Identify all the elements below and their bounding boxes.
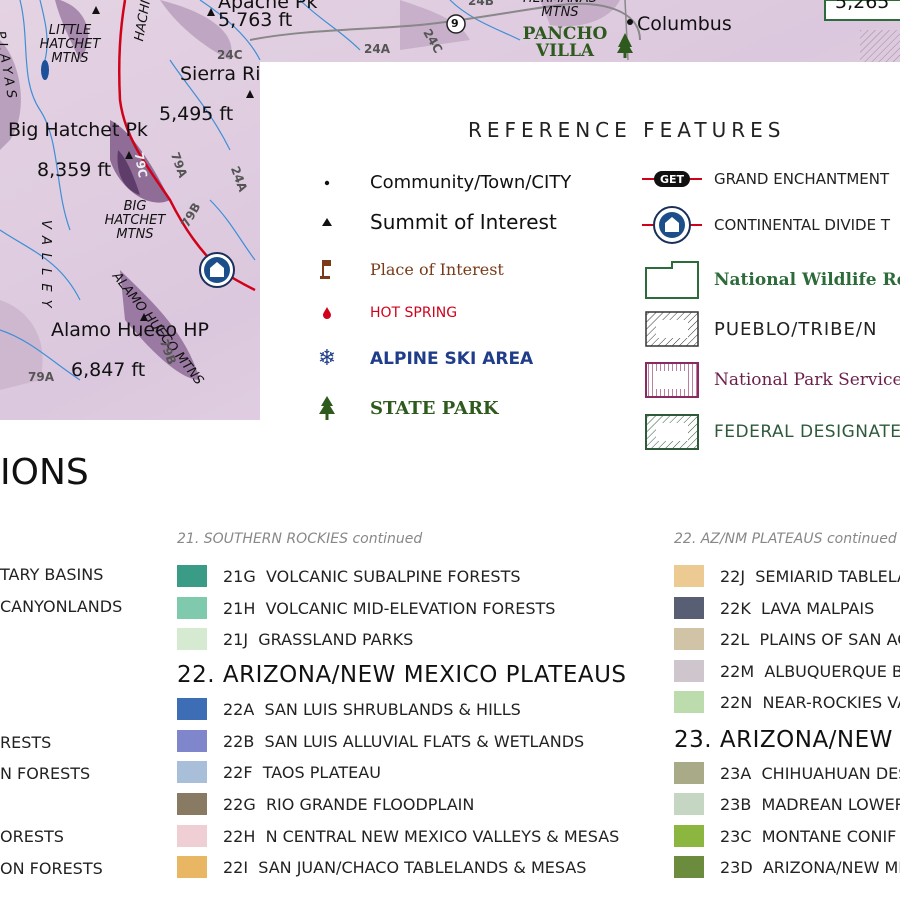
- wildlife-refuge-swatch: [642, 260, 702, 300]
- section-heading: 22. ARIZONA/NEW MEXICO PLATEAUS: [177, 662, 627, 688]
- reference-item: Place of Interest: [312, 258, 504, 280]
- triangle-icon: [312, 217, 342, 227]
- flag-icon: [312, 258, 342, 280]
- left-fragment: TARY BASINS: [0, 565, 104, 584]
- legend-item: 23C MONTANE CONIF: [674, 825, 896, 847]
- legend-item: 21G VOLCANIC SUBALPINE FORESTS: [177, 565, 521, 587]
- ecoregion-swatch: [177, 698, 207, 720]
- ecoregion-swatch: [674, 660, 704, 682]
- ecoregion-swatch: [674, 793, 704, 815]
- left-fragment: N FORESTS: [0, 764, 91, 783]
- ecoregion-swatch: [177, 565, 207, 587]
- left-fragment: RESTS: [0, 733, 52, 752]
- left-fragment: CANYONLANDS: [0, 597, 123, 616]
- legend-item: 22J SEMIARID TABLELAN: [674, 565, 900, 587]
- region-code: 79A: [28, 370, 54, 384]
- legend-item: 21H VOLCANIC MID-ELEVATION FORESTS: [177, 597, 555, 619]
- park-service-swatch: [642, 361, 702, 399]
- legend-item: 22N NEAR-ROCKIES VA: [674, 691, 900, 713]
- legend-item: 23D ARIZONA/NEW MI: [674, 856, 900, 878]
- legend-item: 22G RIO GRANDE FLOODPLAIN: [177, 793, 474, 815]
- column-continued-label: 22. AZ/NM PLATEAUS continued: [674, 531, 897, 547]
- reference-item: HOT SPRING: [312, 305, 457, 321]
- reference-item: CONTINENTAL DIVIDE T: [642, 205, 890, 245]
- federal-designated-swatch: [642, 413, 702, 451]
- reference-item: Summit of Interest: [312, 210, 557, 234]
- tree-icon: [312, 395, 342, 421]
- snowflake-icon: ❄: [317, 346, 337, 371]
- dot-icon: [312, 179, 342, 187]
- peak-elevation: 6,847 ft: [71, 359, 146, 381]
- region-code: 24B: [468, 0, 494, 8]
- ecoregion-swatch: [674, 691, 704, 713]
- column-continued-label: 21. SOUTHERN ROCKIES continued: [177, 531, 423, 547]
- peak-name: Alamo Hueco HP: [51, 319, 209, 341]
- section-heading: 23. ARIZONA/NEW M: [674, 727, 900, 753]
- ecoregion-swatch: [177, 856, 207, 878]
- ecoregion-swatch: [674, 762, 704, 784]
- reference-item: GET GRAND ENCHANTMENT: [642, 168, 889, 190]
- peak-elevation: 5,763 ft: [218, 9, 293, 31]
- partial-elevation: 5,265: [835, 0, 890, 13]
- ecoregion-swatch: [177, 597, 207, 619]
- ecoregion-swatch: [177, 825, 207, 847]
- legend-item: 22F TAOS PLATEAU: [177, 761, 381, 783]
- town-dot-icon: [627, 19, 633, 25]
- left-fragment: ORESTS: [0, 827, 64, 846]
- region-code: 24A: [364, 42, 390, 56]
- legend-item: 22A SAN LUIS SHRUBLANDS & HILLS: [177, 698, 521, 720]
- legend-item: 22M ALBUQUERQUE B: [674, 660, 900, 682]
- get-trail-icon: GET: [642, 168, 702, 190]
- reference-item: National Wildlife Re: [642, 260, 900, 300]
- ecoregion-swatch: [177, 761, 207, 783]
- region-code: 24C: [217, 48, 243, 62]
- town-label: Columbus: [637, 13, 732, 35]
- cdt-trail-icon: [642, 205, 702, 245]
- peak-name: Big Hatchet Pk: [8, 119, 148, 141]
- left-fragment: ON FORESTS: [0, 859, 103, 878]
- range-label: BIG HATCHET MTNS: [104, 199, 166, 242]
- drop-icon: [312, 306, 342, 320]
- reference-item: STATE PARK: [312, 395, 499, 421]
- reference-item: FEDERAL DESIGNATE: [642, 413, 900, 451]
- range-label: HERMANAS MTNS: [523, 0, 597, 20]
- ecoregions-heading: IONS: [0, 452, 89, 493]
- reference-features-title: REFERENCE FEATURES: [468, 118, 786, 142]
- peak-elevation: 8,359 ft: [37, 159, 112, 181]
- ecoregion-swatch: [177, 730, 207, 752]
- reference-item: ❄ ALPINE SKI AREA: [312, 346, 533, 371]
- ecoregion-swatch: [674, 597, 704, 619]
- ecoregion-swatch: [674, 565, 704, 587]
- reference-item: Community/Town/CITY: [312, 172, 571, 193]
- range-label: VALLEY: [38, 220, 53, 316]
- pueblo-tribe-swatch: [642, 310, 702, 348]
- legend-item: 22K LAVA MALPAIS: [674, 597, 874, 619]
- legend-item: 22L PLAINS OF SAN AG: [674, 628, 900, 650]
- ecoregion-swatch: [674, 856, 704, 878]
- reference-item: PUEBLO/TRIBE/N: [642, 310, 877, 348]
- reference-item: National Park Service: [642, 361, 900, 399]
- legend-item: 22B SAN LUIS ALLUVIAL FLATS & WETLANDS: [177, 730, 584, 752]
- ecoregion-swatch: [674, 825, 704, 847]
- peak-elevation: 5,495 ft: [159, 103, 234, 125]
- legend-item: 22H N CENTRAL NEW MEXICO VALLEYS & MESAS: [177, 825, 619, 847]
- legend-item: 23B MADREAN LOWER: [674, 793, 900, 815]
- ecoregion-swatch: [177, 628, 207, 650]
- cdt-shield-icon: [199, 252, 235, 288]
- route-number: 9: [451, 17, 459, 30]
- get-badge-text: GET: [660, 173, 685, 186]
- range-label: LITTLE HATCHET MTNS: [39, 23, 101, 66]
- legend-item: 23A CHIHUAHUAN DES: [674, 762, 900, 784]
- legend-item: 21J GRASSLAND PARKS: [177, 628, 413, 650]
- ecoregion-swatch: [674, 628, 704, 650]
- ecoregion-swatch: [177, 793, 207, 815]
- state-park-label: PANCHO VILLA: [522, 24, 608, 61]
- legend-item: 22I SAN JUAN/CHACO TABLELANDS & MESAS: [177, 856, 586, 878]
